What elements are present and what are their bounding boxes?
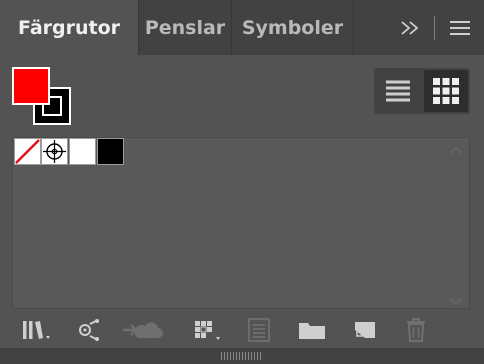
none-swatch[interactable] bbox=[14, 138, 41, 165]
swatch-options-icon[interactable] bbox=[190, 316, 226, 344]
new-color-group-icon[interactable] bbox=[244, 316, 274, 344]
scroll-down-arrow-icon[interactable] bbox=[449, 294, 463, 306]
registration-swatch[interactable] bbox=[41, 138, 68, 165]
cloud-sync-icon[interactable] bbox=[120, 316, 164, 344]
fill-stroke-indicator[interactable] bbox=[12, 67, 74, 127]
new-swatch-icon[interactable] bbox=[350, 316, 380, 344]
white-swatch[interactable] bbox=[69, 138, 96, 165]
new-folder-icon[interactable] bbox=[296, 316, 328, 344]
swatch-libraries-icon[interactable] bbox=[20, 316, 56, 344]
double-chevron-right-icon[interactable] bbox=[396, 14, 424, 42]
tab-fargrutor[interactable]: Färgrutor bbox=[0, 0, 139, 55]
view-toggle bbox=[374, 68, 470, 114]
fill-swatch[interactable] bbox=[12, 67, 50, 105]
tab-label: Symboler bbox=[241, 16, 344, 39]
panel-resize-bar bbox=[0, 348, 484, 364]
tab-divider bbox=[434, 16, 435, 40]
tab-penslar[interactable]: Penslar bbox=[139, 0, 232, 55]
show-swatch-kinds-icon[interactable] bbox=[74, 316, 104, 344]
grid-view-icon[interactable] bbox=[424, 70, 468, 112]
swatch-list bbox=[12, 137, 470, 309]
panel-tab-bar: Färgrutor Penslar Symboler bbox=[0, 0, 484, 55]
scroll-up-arrow-icon[interactable] bbox=[449, 142, 463, 154]
list-view-icon[interactable] bbox=[376, 70, 420, 112]
delete-swatch-icon[interactable] bbox=[402, 316, 430, 344]
hamburger-menu-icon[interactable] bbox=[446, 14, 474, 42]
tab-label: Färgrutor bbox=[17, 16, 121, 39]
tab-symboler[interactable]: Symboler bbox=[232, 0, 354, 55]
black-swatch[interactable] bbox=[97, 138, 124, 165]
tab-label: Penslar bbox=[144, 16, 226, 39]
resize-grip-handle[interactable] bbox=[221, 352, 261, 360]
